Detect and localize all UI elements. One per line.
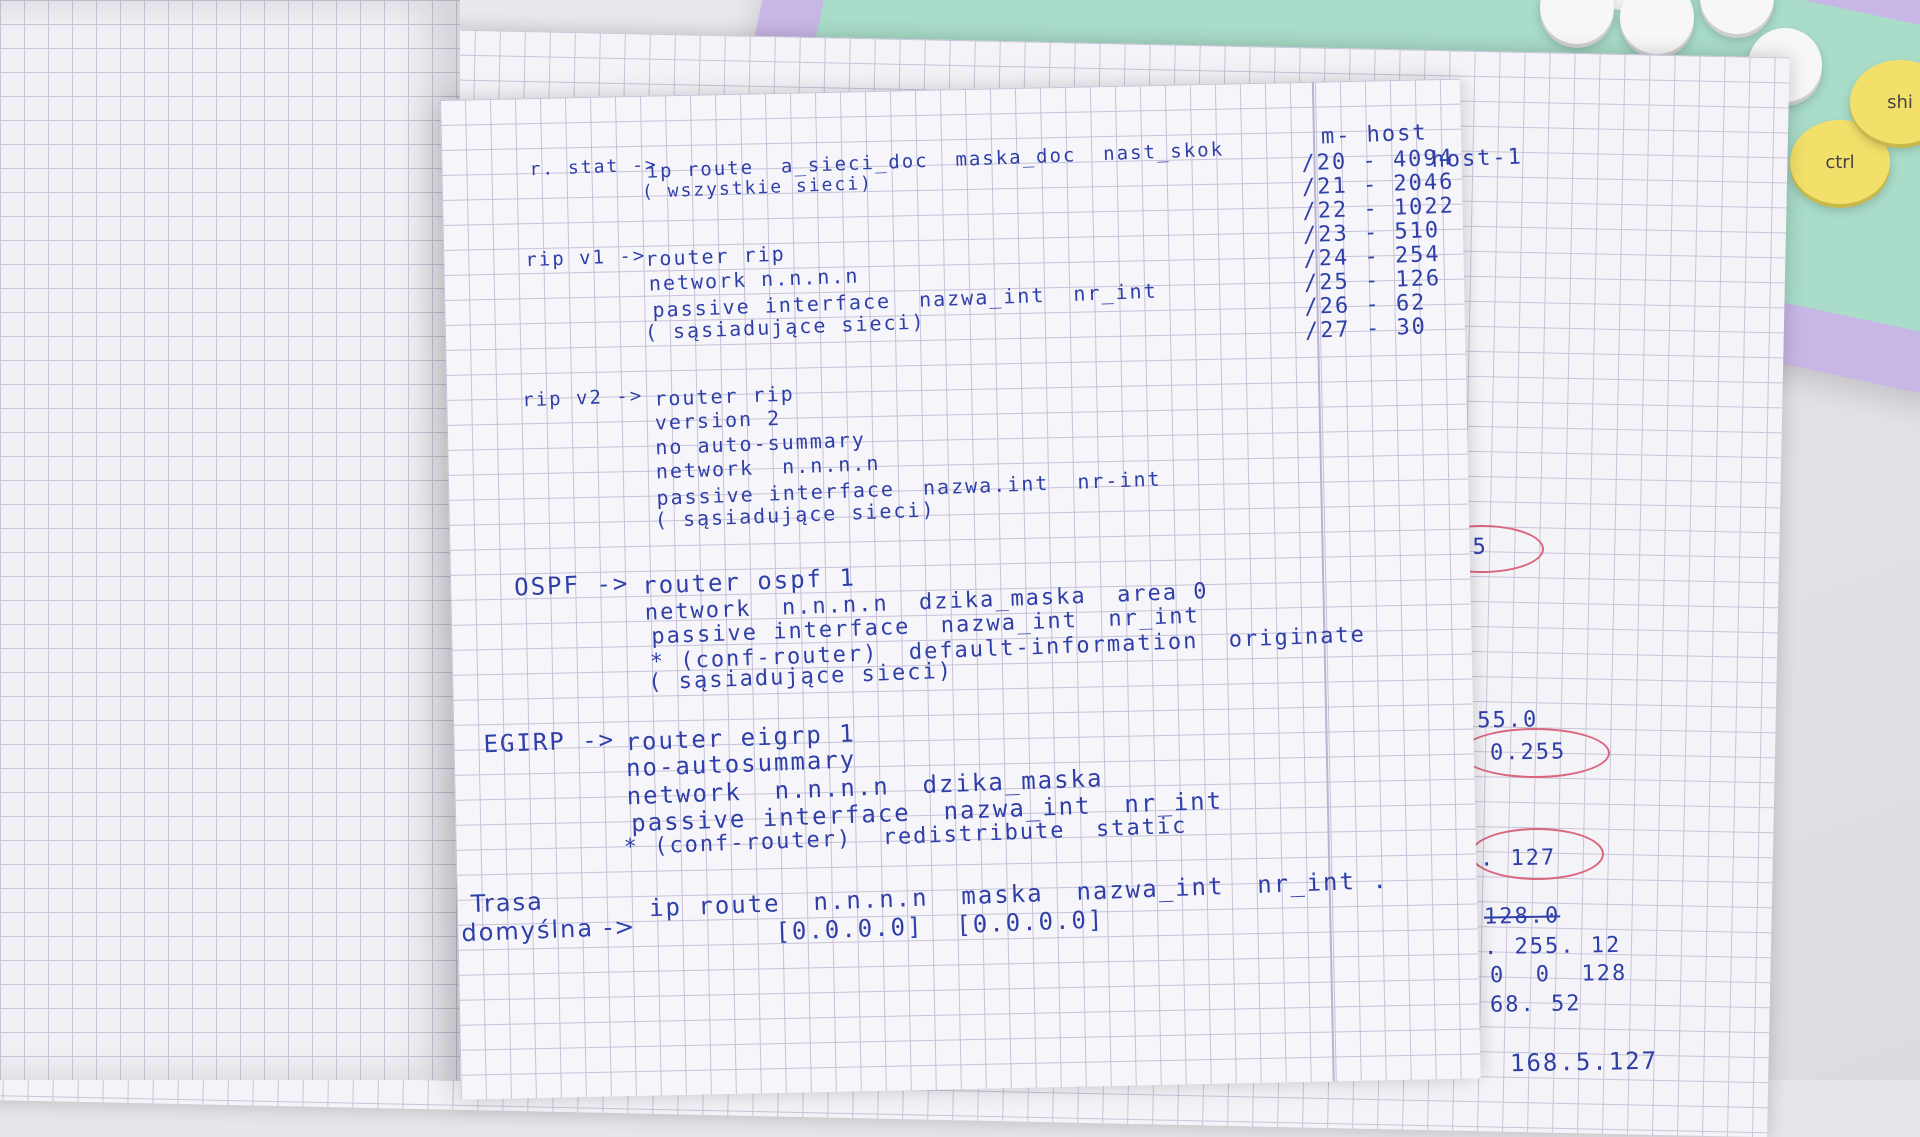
default-route-label: domyślna -> [460,912,637,948]
ripv2-label: rip v2 -> [521,384,644,412]
static-route-command: ip route a_sieci_doc maska_doc nast_skok [646,138,1225,183]
eigrp-label: EGIRP -> [482,725,616,759]
red-circle-mark [1470,828,1604,880]
ospf-label: OSPF -> [513,569,630,602]
back-page-fragment: 128.0 [1483,903,1561,930]
hosts-table-row: /27 - 30 [1304,314,1428,344]
hosts-table-header: m- host [1320,120,1429,150]
notebook-left-page [0,0,460,1080]
notebook-front-page: m- host host-1 /20 - 4094 /21 - 2046 /22… [440,78,1523,1100]
red-circle-mark [1460,728,1610,778]
back-page-fragment: 68. 52 [1489,991,1582,1018]
ripv1-label: rip v1 -> [524,244,647,272]
back-page-fragment: 0 0 128 [1489,960,1628,989]
back-page-fragment: 168.5.127 [1509,1046,1659,1078]
back-page-fragment: . 255. 12 [1483,932,1622,961]
default-route-label: Trasa [470,887,545,919]
static-route-label: r. stat -> [529,154,659,181]
